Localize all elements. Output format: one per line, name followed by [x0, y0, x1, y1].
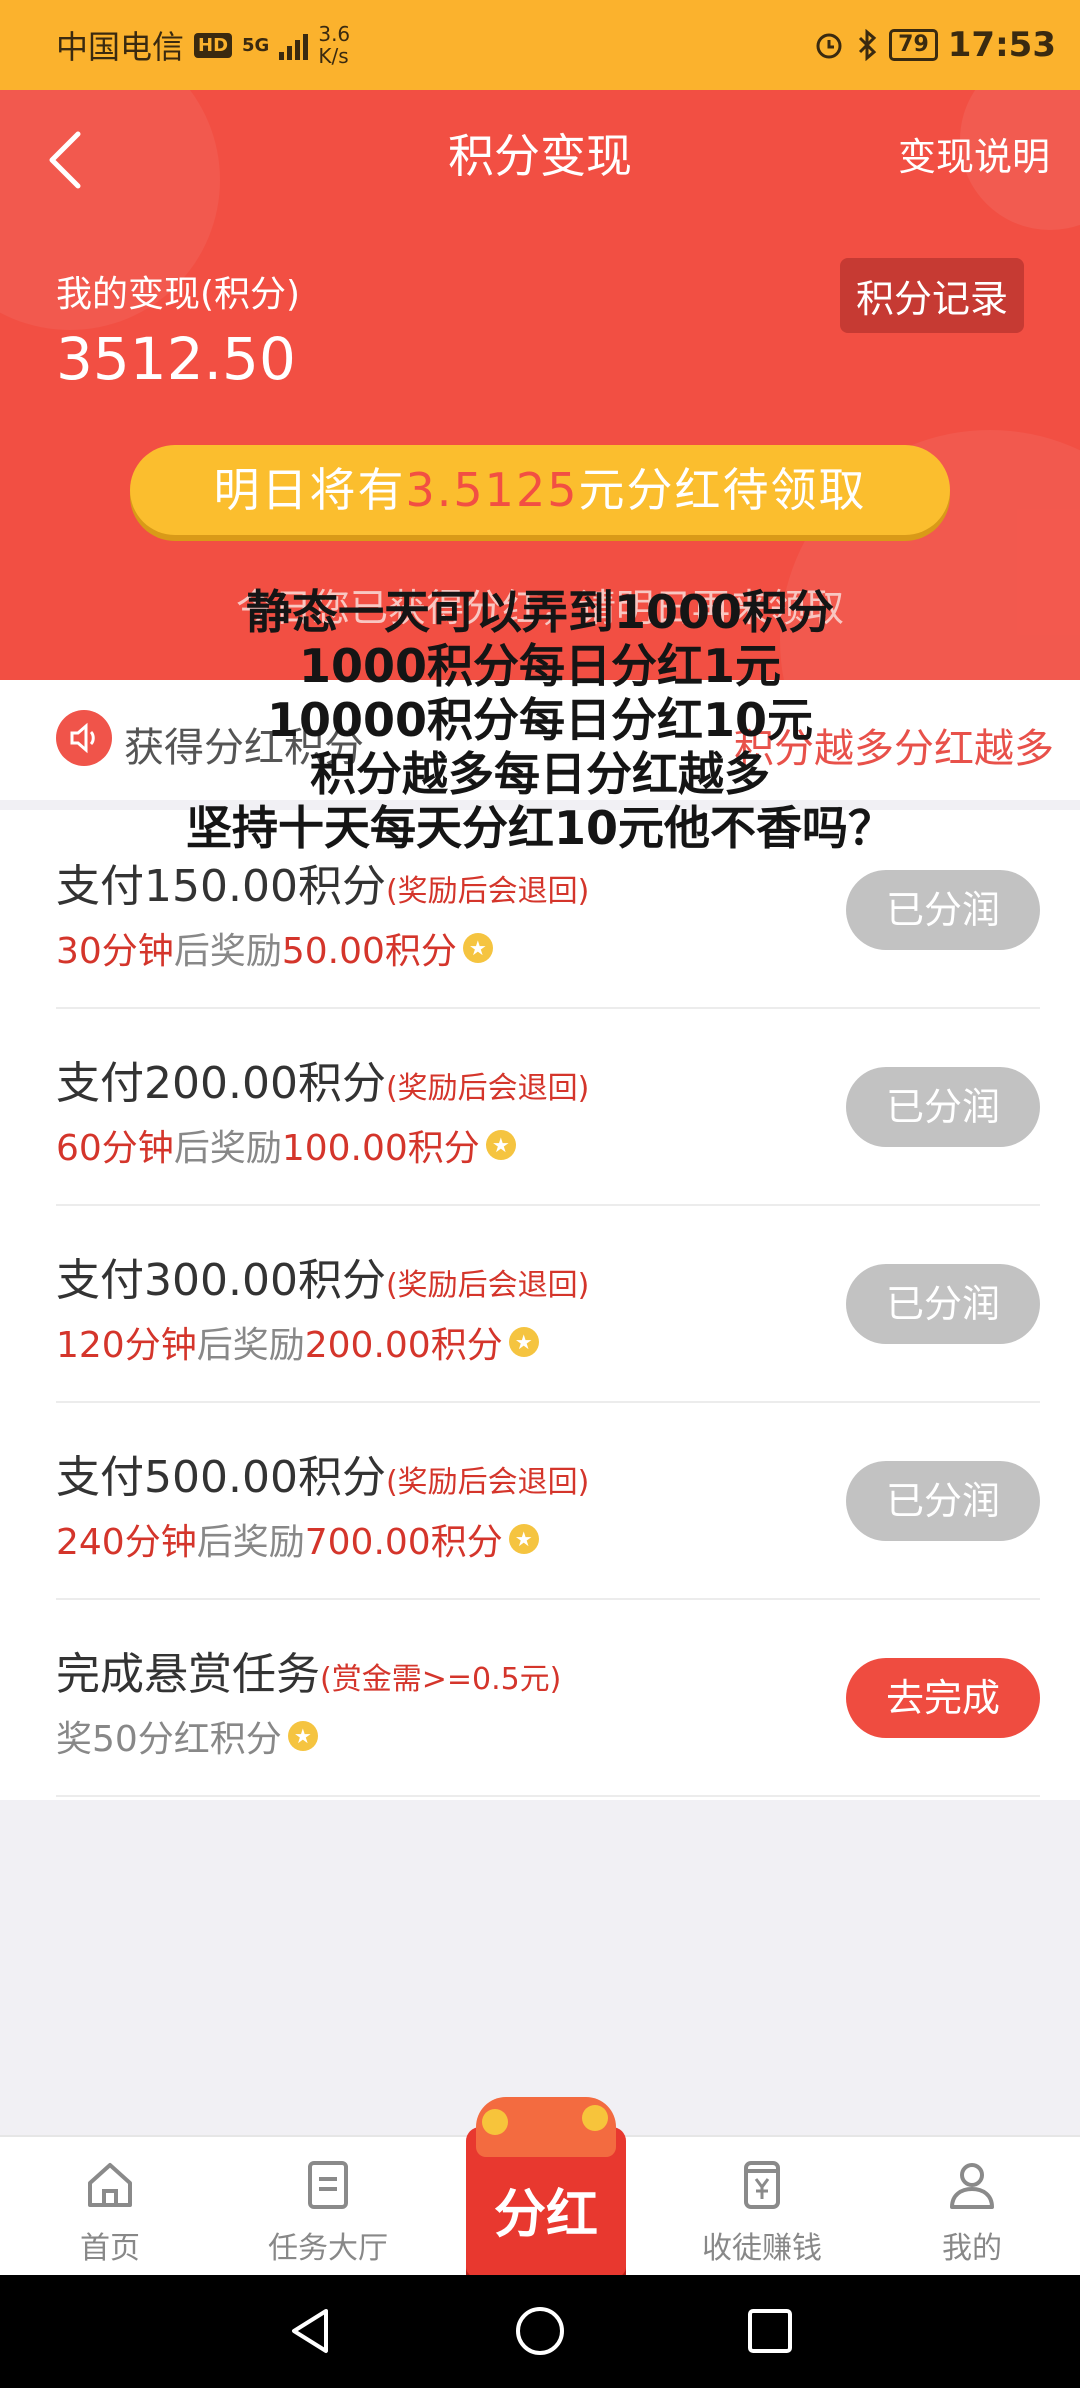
banner-amount: 3.5125 — [405, 463, 579, 517]
item-title: 支付500.00积分(奖励后会退回) — [56, 1452, 590, 1503]
list-item: 支付200.00积分(奖励后会退回) 60分钟 后奖励 100.00积分 ★ 已分润 — [56, 1007, 1040, 1206]
complete-task-button[interactable]: 去完成 — [846, 1658, 1040, 1738]
task-list-icon — [308, 2161, 348, 2209]
tab-dividend[interactable]: 分红 — [462, 2097, 632, 2277]
dividend-status-button[interactable]: 已分润 — [846, 1461, 1040, 1541]
network-speed: 3.6 K/s — [318, 23, 350, 67]
item-title: 完成悬赏任务(赏金需>=0.5元) — [56, 1649, 562, 1700]
tab-label: 任务大厅 — [268, 2231, 388, 2266]
home-icon — [88, 2163, 132, 2207]
item-subtitle: 240分钟 后奖励 700.00积分 ★ — [56, 1513, 539, 1565]
star-icon: ★ — [462, 933, 493, 963]
banner-prefix: 明日将有 — [213, 463, 406, 517]
caption-line: 坚持十天每天分红10元他不香吗？ — [185, 801, 894, 855]
item-subtitle: 30分钟 后奖励 50.00积分 ★ — [56, 922, 493, 974]
speed-unit: K/s — [318, 44, 349, 68]
item-subtitle: 120分钟 后奖励 200.00积分 ★ — [56, 1316, 539, 1368]
my-points-label: 我的变现(积分) — [56, 274, 301, 315]
item-subtitle: 60分钟 后奖励 100.00积分 ★ — [56, 1119, 516, 1171]
item-title: 支付200.00积分(奖励后会退回) — [56, 1058, 590, 1109]
instructions-link[interactable]: 变现说明 — [898, 126, 1050, 181]
star-icon: ★ — [508, 1327, 539, 1357]
caption-line: 积分越多每日分红越多 — [310, 747, 770, 801]
overlay-caption: 静态一天可以弄到1000积分 1000积分每日分红1元 10000积分每日分红1… — [0, 585, 1080, 855]
home-nav-icon[interactable] — [512, 2303, 568, 2359]
item-title: 支付300.00积分(奖励后会退回) — [56, 1255, 590, 1306]
status-bar: 中国电信 HD 5G 3.6 K/s 79 17:53 — [0, 0, 1080, 90]
clock: 17:53 — [947, 25, 1056, 65]
tab-label: 分红 — [493, 2185, 598, 2245]
tab-label: 首页 — [80, 2231, 140, 2266]
status-right: 79 17:53 — [813, 25, 1056, 65]
caption-line: 10000积分每日分红10元 — [266, 693, 814, 747]
list-item: 支付300.00积分(奖励后会退回) 120分钟 后奖励 200.00积分 ★ 已分润 — [56, 1204, 1040, 1403]
tab-home[interactable]: 首页 — [30, 2157, 190, 2267]
dividend-status-button[interactable]: 已分润 — [846, 1264, 1040, 1344]
tab-tasks[interactable]: 任务大厅 — [248, 2157, 408, 2267]
carrier-label: 中国电信 — [56, 28, 185, 66]
item-note: (奖励后会退回) — [385, 1268, 590, 1303]
network-label: 5G — [242, 34, 270, 56]
banner-suffix: 元分红待领取 — [578, 463, 867, 517]
my-points-value: 3512.50 — [56, 325, 296, 393]
star-icon: ★ — [508, 1524, 539, 1554]
dividend-status-button[interactable]: 已分润 — [846, 870, 1040, 950]
item-title: 支付150.00积分(奖励后会退回) — [56, 861, 590, 912]
tab-label: 我的 — [942, 2231, 1002, 2266]
yuan-jar-icon — [744, 2161, 780, 2209]
alarm-icon — [816, 33, 842, 59]
item-note: (奖励后会退回) — [385, 1465, 590, 1500]
status-left: 中国电信 HD 5G 3.6 K/s — [56, 22, 350, 68]
user-icon — [950, 2163, 994, 2209]
item-note: (奖励后会退回) — [385, 874, 590, 909]
star-icon: ★ — [485, 1130, 516, 1160]
coin-icon — [582, 2105, 608, 2131]
star-icon: ★ — [287, 1721, 318, 1751]
dividend-status-button[interactable]: 已分润 — [846, 1067, 1040, 1147]
back-nav-icon[interactable] — [282, 2303, 338, 2359]
list-item: 支付500.00积分(奖励后会退回) 240分钟 后奖励 700.00积分 ★ 已分润 — [56, 1401, 1040, 1600]
list-item: 完成悬赏任务(赏金需>=0.5元) 奖50分红积分 ★ 去完成 — [56, 1598, 1040, 1797]
caption-line: 静态一天可以弄到1000积分 — [245, 585, 835, 639]
item-note: (赏金需>=0.5元) — [320, 1662, 562, 1697]
task-list: 支付150.00积分(奖励后会退回) 30分钟 后奖励 50.00积分 ★ 已分润 支… — [0, 810, 1080, 1800]
bluetooth-icon — [859, 29, 877, 61]
tab-mine[interactable]: 我的 — [892, 2157, 1052, 2267]
battery-icon: 79 — [889, 29, 938, 61]
item-note: (奖励后会退回) — [385, 1071, 590, 1106]
speed-value: 3.6 — [318, 22, 351, 46]
signal-icon — [279, 30, 309, 60]
tab-label: 收徒赚钱 — [702, 2231, 822, 2266]
dividend-banner: 明日将有3.5125元分红待领取 — [130, 445, 950, 535]
system-nav-bar — [0, 2275, 1080, 2388]
item-subtitle: 奖50分红积分 ★ — [56, 1710, 318, 1762]
caption-line: 1000积分每日分红1元 — [298, 639, 782, 693]
tab-recruit[interactable]: 收徒赚钱 — [682, 2157, 842, 2267]
points-record-button[interactable]: 积分记录 — [839, 258, 1024, 333]
bottom-tab-bar: 首页 任务大厅 分红 收徒赚钱 我的 — [0, 2097, 1080, 2277]
recents-nav-icon[interactable] — [742, 2303, 798, 2359]
coin-icon — [482, 2109, 508, 2135]
hd-badge: HD — [194, 32, 233, 58]
